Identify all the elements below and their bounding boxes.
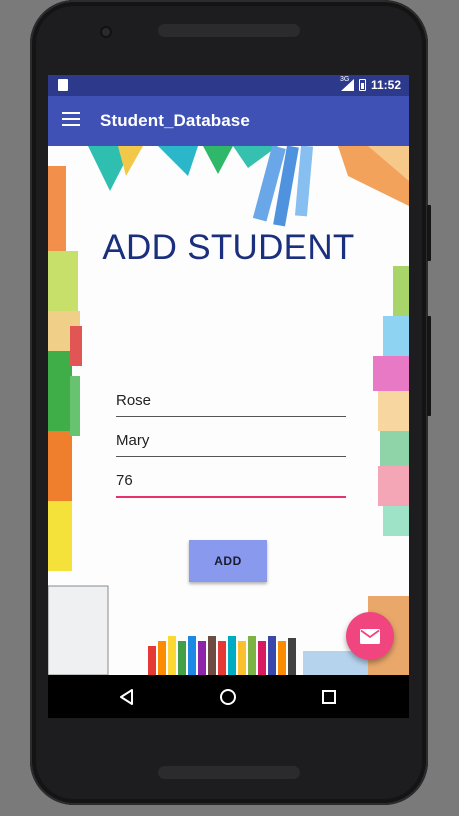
volume-button bbox=[427, 205, 431, 261]
home-circle-icon bbox=[220, 688, 236, 705]
bottom-speaker bbox=[158, 766, 300, 779]
mail-icon bbox=[360, 628, 380, 644]
network-type-label: 3G bbox=[339, 76, 350, 83]
main-content: ADD STUDENT ADD bbox=[48, 146, 409, 675]
hamburger-menu-icon[interactable] bbox=[62, 112, 80, 128]
add-button[interactable]: ADD bbox=[189, 540, 267, 582]
system-nav-bar bbox=[48, 675, 409, 718]
status-bar: 3G 11:52 bbox=[48, 75, 409, 96]
signal-icon: 3G bbox=[339, 76, 354, 91]
last-name-input[interactable] bbox=[116, 426, 346, 457]
home-button[interactable] bbox=[203, 675, 253, 718]
status-time: 11:52 bbox=[370, 78, 401, 92]
app-bar: Student_Database bbox=[48, 96, 409, 146]
power-button bbox=[427, 316, 431, 416]
front-camera bbox=[100, 26, 112, 38]
first-name-input[interactable] bbox=[116, 386, 346, 417]
earpiece-speaker bbox=[158, 24, 300, 37]
recents-button[interactable] bbox=[304, 675, 354, 718]
back-triangle-icon bbox=[120, 688, 133, 705]
recents-square-icon bbox=[322, 689, 336, 704]
battery-icon bbox=[358, 79, 366, 91]
device-screen: 3G 11:52 Student_Database ADD STUDENT Ro… bbox=[48, 75, 409, 718]
sd-card-icon bbox=[58, 79, 68, 91]
back-button[interactable] bbox=[102, 675, 152, 718]
app-title: Student_Database bbox=[100, 111, 250, 130]
marks-input[interactable] bbox=[116, 466, 346, 498]
mail-fab-button[interactable] bbox=[346, 612, 394, 660]
page-heading: ADD STUDENT bbox=[102, 228, 355, 267]
